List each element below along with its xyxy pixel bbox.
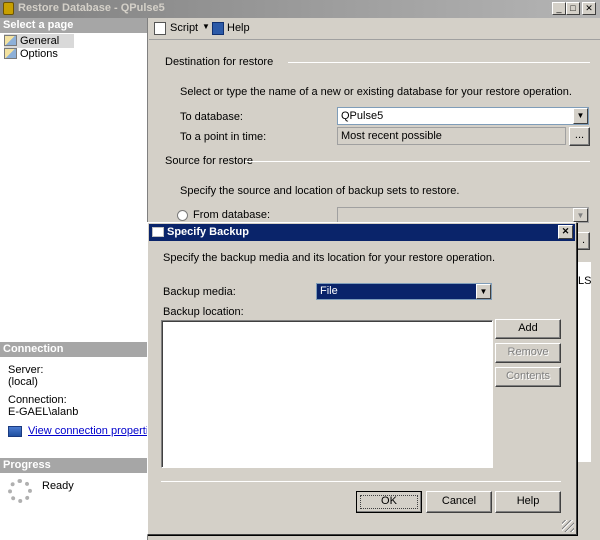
page-item-options[interactable]: Options — [4, 47, 58, 61]
minimize-button[interactable]: _ — [552, 2, 566, 15]
page-icon — [4, 35, 17, 46]
help-button[interactable]: Help — [212, 21, 252, 37]
point-in-time-field[interactable]: Most recent possible — [337, 127, 566, 145]
backup-sets-grid[interactable] — [577, 262, 591, 462]
dialog-title: Specify Backup — [167, 226, 249, 238]
connection-label: Connection: — [8, 394, 67, 406]
page-label-options: Options — [20, 48, 58, 60]
select-page-header: Select a page — [0, 18, 147, 33]
page-label-general: General — [20, 35, 60, 47]
chevron-down-icon[interactable]: ▼ — [573, 108, 588, 124]
help-icon — [212, 22, 224, 35]
contents-button[interactable]: Contents — [495, 367, 561, 387]
to-database-label: To database: — [180, 111, 243, 123]
grid-header-partial: LSI — [578, 275, 592, 287]
backup-media-value: File — [320, 285, 338, 297]
source-description: Specify the source and location of backu… — [180, 185, 460, 197]
dropdown-arrow-icon: ▼ — [202, 22, 210, 31]
progress-status: Ready — [42, 480, 74, 492]
dialog-close-button[interactable]: ✕ — [558, 225, 573, 239]
progress-header: Progress — [0, 458, 147, 473]
dialog-divider — [161, 481, 561, 482]
toolbar: Script ▼ Help — [149, 18, 600, 40]
window-icon — [152, 227, 164, 237]
dialog-help-button[interactable]: Help — [495, 491, 561, 513]
backup-media-select[interactable]: File ▼ — [316, 283, 492, 300]
destination-description: Select or type the name of a new or exis… — [180, 86, 572, 98]
dialog-title-bar: Specify Backup ✕ — [149, 224, 575, 241]
page-item-general[interactable]: General — [4, 34, 74, 48]
connection-properties-icon — [8, 426, 22, 437]
maximize-button[interactable]: □ — [566, 2, 580, 15]
main-title-bar: Restore Database - QPulse5 _ □ ✕ — [0, 0, 600, 18]
backup-location-label: Backup location: — [163, 306, 244, 318]
from-database-label: From database: — [193, 209, 271, 221]
add-button[interactable]: Add — [495, 319, 561, 339]
progress-spinner-icon — [8, 479, 32, 503]
server-value: (local) — [8, 376, 38, 388]
script-label: Script — [170, 22, 199, 34]
server-label: Server: — [8, 364, 44, 376]
connection-value: E-GAEL\alanb — [8, 406, 79, 418]
chevron-down-icon: ▼ — [573, 208, 588, 222]
source-group-label: Source for restore — [165, 155, 254, 167]
backup-location-list[interactable] — [161, 320, 493, 468]
to-database-combo[interactable]: QPulse5 ▼ — [337, 107, 589, 125]
database-icon — [3, 2, 14, 15]
resize-grip-icon[interactable] — [562, 520, 574, 532]
from-device-browse-button[interactable]: . — [577, 232, 590, 250]
destination-divider — [288, 62, 590, 63]
help-label: Help — [227, 22, 250, 34]
source-divider — [245, 161, 590, 162]
backup-media-label: Backup media: — [163, 286, 236, 298]
specify-backup-dialog: Specify Backup ✕ Specify the backup medi… — [147, 222, 577, 535]
dialog-description: Specify the backup media and its locatio… — [163, 252, 496, 264]
point-in-time-label: To a point in time: — [180, 131, 267, 143]
ok-button[interactable]: OK — [356, 491, 422, 513]
from-database-radio[interactable] — [177, 210, 188, 221]
from-database-combo[interactable]: ▼ — [337, 207, 589, 223]
chevron-down-icon[interactable]: ▼ — [476, 284, 491, 299]
to-database-value: QPulse5 — [341, 110, 384, 122]
destination-group-label: Destination for restore — [165, 56, 274, 68]
close-button[interactable]: ✕ — [582, 2, 596, 15]
cancel-button[interactable]: Cancel — [426, 491, 492, 513]
remove-button[interactable]: Remove — [495, 343, 561, 363]
point-in-time-value: Most recent possible — [341, 130, 442, 142]
script-icon — [154, 22, 166, 35]
connection-header: Connection — [0, 342, 147, 357]
left-pane: Select a page General Options Connection… — [0, 18, 160, 540]
page-icon — [4, 48, 17, 59]
view-connection-properties-link[interactable]: View connection properties — [28, 425, 160, 437]
point-in-time-browse-button[interactable]: ... — [569, 127, 590, 146]
script-button[interactable]: Script ▼ — [154, 21, 210, 37]
window-title: Restore Database - QPulse5 — [18, 2, 165, 14]
